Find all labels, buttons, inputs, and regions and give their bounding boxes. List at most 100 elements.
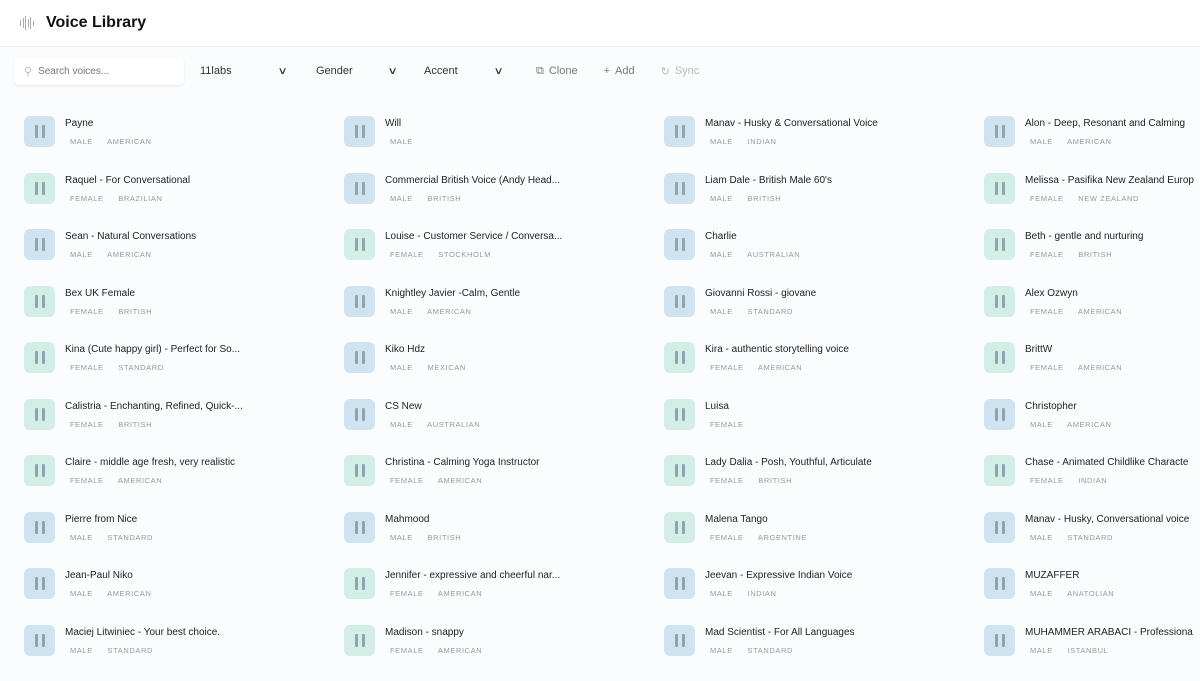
- voice-item[interactable]: Manav - Husky, Conversational voice MALE…: [984, 512, 1200, 569]
- voice-item[interactable]: Jennifer - expressive and cheerful nar..…: [344, 568, 664, 625]
- pause-icon[interactable]: [344, 286, 375, 317]
- gender-tag: FEMALE: [70, 194, 104, 203]
- pause-icon[interactable]: [984, 116, 1015, 147]
- voice-item[interactable]: Luisa FEMALE: [664, 399, 984, 456]
- voice-item[interactable]: Sean - Natural Conversations MALE AMERIC…: [24, 229, 344, 286]
- voice-item[interactable]: Madison - snappy FEMALE AMERICAN: [344, 625, 664, 681]
- pause-icon[interactable]: [344, 399, 375, 430]
- pause-icon[interactable]: [664, 568, 695, 599]
- pause-icon[interactable]: [984, 173, 1015, 204]
- voice-item[interactable]: Manav - Husky & Conversational Voice MAL…: [664, 116, 984, 173]
- pause-icon[interactable]: [24, 173, 55, 204]
- pause-icon[interactable]: [664, 173, 695, 204]
- voice-item[interactable]: MUHAMMER ARABACI - Professiona MALE ISTA…: [984, 625, 1200, 681]
- provider-select[interactable]: 11labs ∨: [200, 65, 286, 77]
- voice-item[interactable]: Giovanni Rossi - giovane MALE STANDARD: [664, 286, 984, 343]
- pause-icon[interactable]: [664, 625, 695, 656]
- voice-item[interactable]: Payne MALE AMERICAN: [24, 116, 344, 173]
- voice-item[interactable]: Calistria - Enchanting, Refined, Quick-.…: [24, 399, 344, 456]
- pause-icon[interactable]: [984, 512, 1015, 543]
- chevron-down-icon: ∨: [387, 66, 397, 77]
- voice-name: Beth - gentle and nurturing: [1025, 231, 1143, 242]
- pause-icon[interactable]: [664, 116, 695, 147]
- pause-icon[interactable]: [664, 342, 695, 373]
- accent-select[interactable]: Accent ∨: [424, 65, 502, 77]
- voice-item[interactable]: Chase - Animated Childlike Characte FEMA…: [984, 455, 1200, 512]
- pause-icon[interactable]: [664, 512, 695, 543]
- pause-icon[interactable]: [24, 568, 55, 599]
- voice-item[interactable]: Will MALE: [344, 116, 664, 173]
- pause-icon[interactable]: [344, 173, 375, 204]
- voice-item[interactable]: Beth - gentle and nurturing FEMALE BRITI…: [984, 229, 1200, 286]
- pause-icon[interactable]: [344, 512, 375, 543]
- voice-item[interactable]: MUZAFFER MALE ANATOLIAN: [984, 568, 1200, 625]
- pause-icon[interactable]: [664, 229, 695, 260]
- pause-icon[interactable]: [984, 286, 1015, 317]
- pause-icon[interactable]: [24, 399, 55, 430]
- pause-icon[interactable]: [984, 399, 1015, 430]
- search-input[interactable]: [38, 66, 168, 77]
- voice-item[interactable]: BrittW FEMALE AMERICAN: [984, 342, 1200, 399]
- pause-icon[interactable]: [24, 286, 55, 317]
- pause-icon[interactable]: [24, 229, 55, 260]
- pause-icon[interactable]: [664, 286, 695, 317]
- pause-icon[interactable]: [664, 399, 695, 430]
- add-button[interactable]: +Add: [604, 65, 635, 77]
- voice-item[interactable]: Kina (Cute happy girl) - Perfect for So.…: [24, 342, 344, 399]
- voice-item[interactable]: Alon - Deep, Resonant and Calming MALE A…: [984, 116, 1200, 173]
- voice-item[interactable]: Charlie MALE AUSTRALIAN: [664, 229, 984, 286]
- voice-item[interactable]: Bex UK Female FEMALE BRITISH: [24, 286, 344, 343]
- pause-icon[interactable]: [984, 229, 1015, 260]
- pause-icon[interactable]: [344, 568, 375, 599]
- pause-icon[interactable]: [24, 625, 55, 656]
- voice-info: Charlie MALE AUSTRALIAN: [705, 229, 812, 259]
- gender-tag: FEMALE: [1030, 250, 1064, 259]
- voice-item[interactable]: Malena Tango FEMALE ARGENTINE: [664, 512, 984, 569]
- gender-tag: FEMALE: [710, 363, 744, 372]
- voice-item[interactable]: Kira - authentic storytelling voice FEMA…: [664, 342, 984, 399]
- voice-item[interactable]: Alex Ozwyn FEMALE AMERICAN: [984, 286, 1200, 343]
- voice-item[interactable]: Melissa - Pasifika New Zealand Europ FEM…: [984, 173, 1200, 230]
- gender-select[interactable]: Gender ∨: [316, 65, 396, 77]
- pause-icon[interactable]: [24, 116, 55, 147]
- pause-icon[interactable]: [24, 455, 55, 486]
- pause-icon[interactable]: [344, 455, 375, 486]
- voice-item[interactable]: Commercial British Voice (Andy Head... M…: [344, 173, 664, 230]
- voice-item[interactable]: Mad Scientist - For All Languages MALE S…: [664, 625, 984, 681]
- accent-tag: NEW ZEALAND: [1078, 194, 1139, 203]
- pause-icon[interactable]: [344, 342, 375, 373]
- pause-icon[interactable]: [984, 342, 1015, 373]
- voice-item[interactable]: CS New MALE AUSTRALIAN: [344, 399, 664, 456]
- pause-icon[interactable]: [664, 455, 695, 486]
- accent-tag: STANDARD: [108, 533, 154, 542]
- pause-icon[interactable]: [24, 342, 55, 373]
- voice-item[interactable]: Kiko Hdz MALE MEXICAN: [344, 342, 664, 399]
- voice-item[interactable]: Pierre from Nice MALE STANDARD: [24, 512, 344, 569]
- pause-icon[interactable]: [344, 625, 375, 656]
- voice-item[interactable]: Jeevan - Expressive Indian Voice MALE IN…: [664, 568, 984, 625]
- voice-item[interactable]: Christina - Calming Yoga Instructor FEMA…: [344, 455, 664, 512]
- voice-item[interactable]: Liam Dale - British Male 60's MALE BRITI…: [664, 173, 984, 230]
- pause-icon[interactable]: [984, 455, 1015, 486]
- voice-info: Payne MALE AMERICAN: [65, 116, 164, 146]
- search-box[interactable]: ⚲: [14, 57, 184, 85]
- voice-item[interactable]: Jean-Paul Niko MALE AMERICAN: [24, 568, 344, 625]
- voice-tags: MALE BRITISH: [385, 194, 560, 203]
- voice-item[interactable]: Maciej Litwiniec - Your best choice. MAL…: [24, 625, 344, 681]
- clone-button[interactable]: ⧉Clone: [536, 65, 578, 78]
- voice-item[interactable]: Knightley Javier -Calm, Gentle MALE AMER…: [344, 286, 664, 343]
- pause-icon[interactable]: [24, 512, 55, 543]
- sync-button[interactable]: ↻Sync: [661, 65, 700, 78]
- voice-item[interactable]: Louise - Customer Service / Conversa... …: [344, 229, 664, 286]
- voice-item[interactable]: Raquel - For Conversational FEMALE BRAZI…: [24, 173, 344, 230]
- voice-item[interactable]: Christopher MALE AMERICAN: [984, 399, 1200, 456]
- voice-item[interactable]: Lady Dalia - Posh, Youthful, Articulate …: [664, 455, 984, 512]
- pause-icon[interactable]: [344, 116, 375, 147]
- pause-icon[interactable]: [984, 568, 1015, 599]
- pause-icon[interactable]: [344, 229, 375, 260]
- pause-icon[interactable]: [984, 625, 1015, 656]
- gender-tag: FEMALE: [390, 476, 424, 485]
- voice-info: Melissa - Pasifika New Zealand Europ FEM…: [1025, 173, 1194, 203]
- voice-item[interactable]: Mahmood MALE BRITISH: [344, 512, 664, 569]
- voice-item[interactable]: Claire - middle age fresh, very realisti…: [24, 455, 344, 512]
